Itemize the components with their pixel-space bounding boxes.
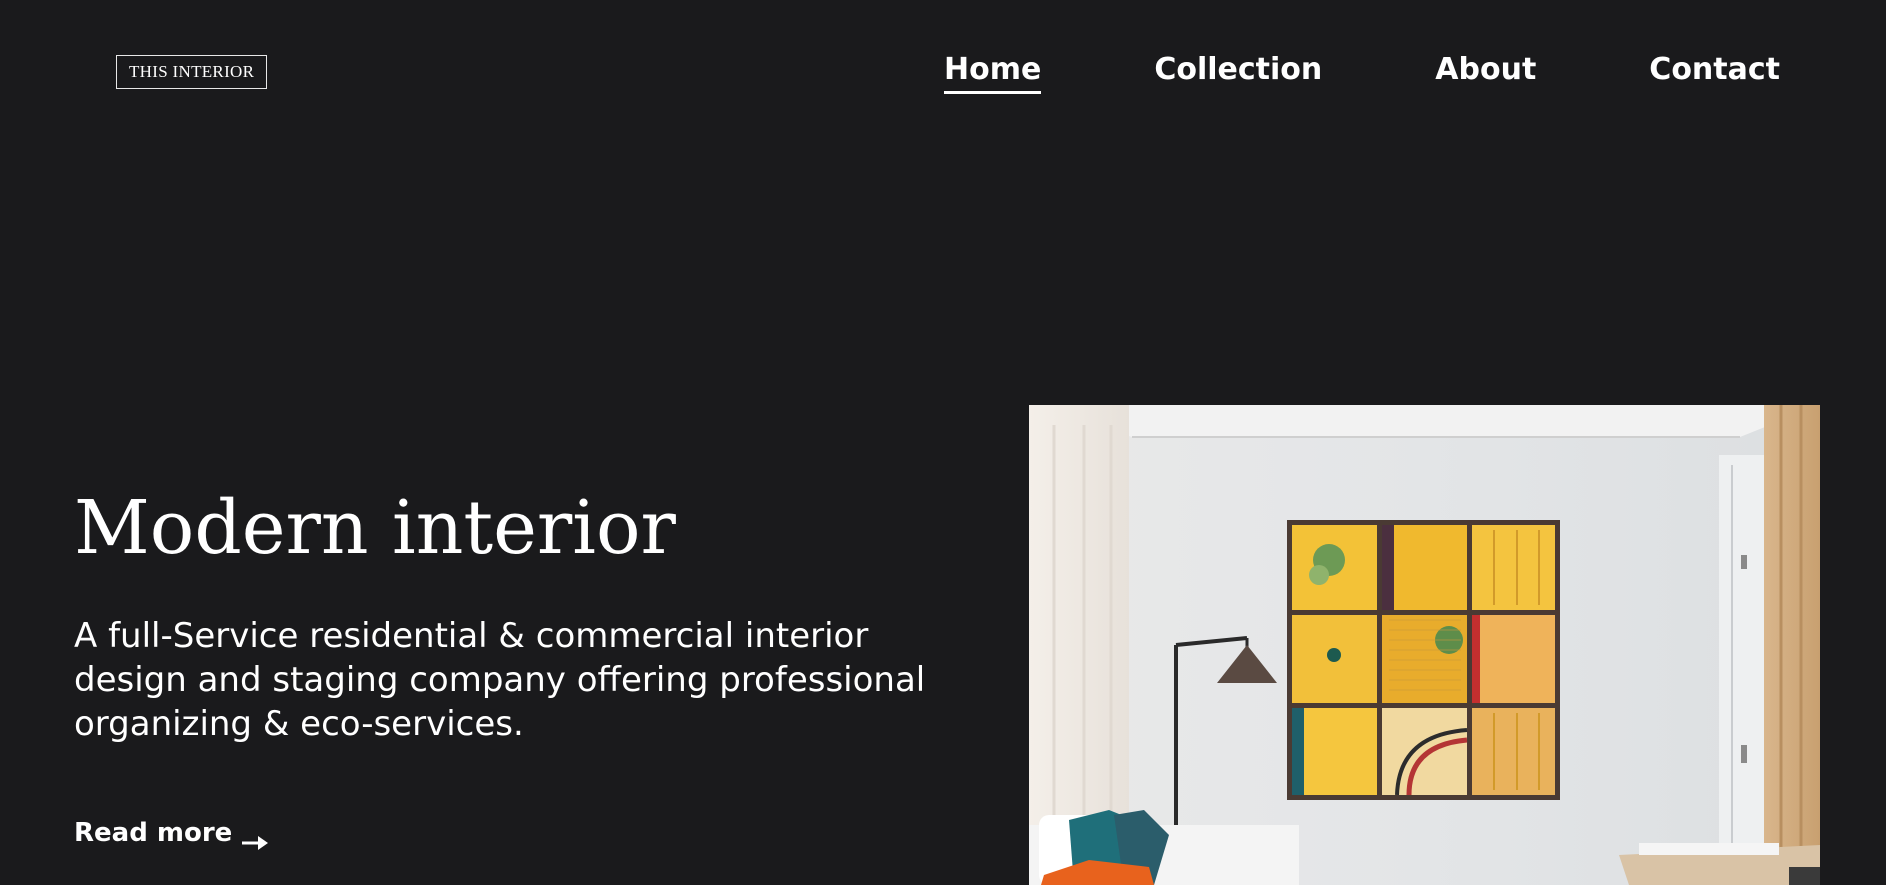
main-nav: Home Collection About Contact <box>944 48 1780 94</box>
logo-text: THIS INTERIOR <box>129 62 255 81</box>
read-more-label: Read more <box>74 818 233 848</box>
read-more-link[interactable]: Read more <box>74 815 269 851</box>
hero-image <box>1029 405 1820 885</box>
nav-about[interactable]: About <box>1435 48 1536 92</box>
site-logo[interactable]: THIS INTERIOR <box>116 55 268 89</box>
hero-description: A full-Service residential & commercial … <box>74 616 926 744</box>
nav-home[interactable]: Home <box>944 48 1042 94</box>
interior-photo <box>1029 405 1820 885</box>
hero-title: Modern interior <box>74 485 676 571</box>
nav-collection[interactable]: Collection <box>1154 48 1322 92</box>
nav-contact[interactable]: Contact <box>1649 48 1780 92</box>
arrow-right-icon <box>242 825 269 850</box>
page: THIS INTERIOR Home Collection About Cont… <box>0 0 1886 885</box>
